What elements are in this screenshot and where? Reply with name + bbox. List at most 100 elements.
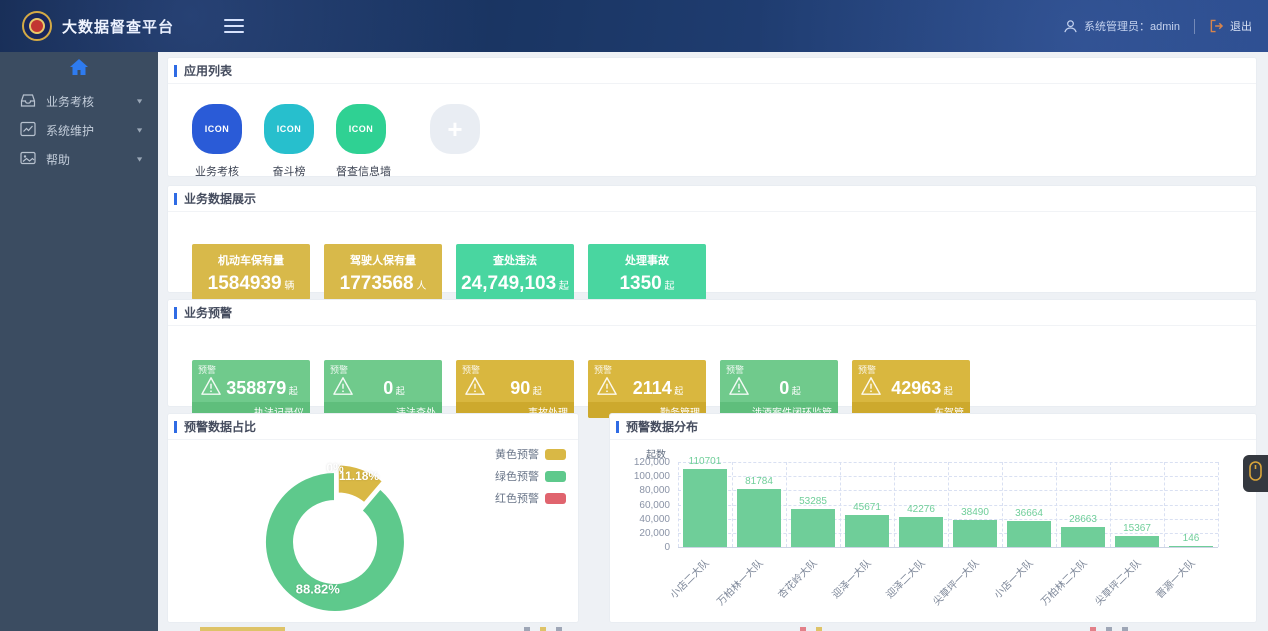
warning-main: 42963 起 (852, 374, 970, 402)
app-tile-3[interactable]: ICON 督查信息墙 (336, 104, 386, 179)
bar (791, 509, 835, 547)
section-title-bars: 预警数据分布 (610, 414, 1256, 440)
gridline (1110, 462, 1111, 547)
app-list-row: ICON业务考核ICON奋斗榜ICON督查信息墙+ (168, 84, 1256, 179)
add-app-button[interactable]: + (430, 104, 480, 154)
gridline (1002, 462, 1003, 547)
bar (899, 517, 943, 547)
sidebar: 业务考核▼ 系统维护 ▼ 帮助▼ (0, 52, 158, 631)
section-title-metrics: 业务数据展示 (168, 186, 1256, 212)
chevron-down-icon: ▼ (135, 126, 144, 134)
metric-unit: 起 (556, 281, 569, 292)
app-icon: ICON (192, 104, 242, 154)
sidebar-item-label: 系统维护 (46, 122, 94, 139)
warning-value: 2114 起 (618, 378, 698, 399)
pie-slice-label: 0% (326, 461, 343, 475)
warning-unit: 起 (941, 386, 953, 396)
app-title: 大数据督查平台 (62, 16, 174, 37)
section-title-warnings: 业务预警 (168, 300, 1256, 326)
mouse-icon (1249, 461, 1262, 486)
x-axis-label: 迎泽一大队 (828, 555, 874, 601)
menu-toggle-icon[interactable] (224, 19, 244, 33)
donut-chart (168, 440, 578, 622)
below-fold-sliver (540, 627, 546, 631)
app-tile-1[interactable]: ICON业务考核 (192, 104, 242, 179)
business-data-panel: 业务数据展示 机动车保有量1584939 辆驾驶人保有量1773568 人查处违… (168, 186, 1256, 292)
metric-card-2: 驾驶人保有量1773568 人 (324, 244, 442, 300)
sidebar-item-3[interactable]: 帮助▼ (0, 145, 158, 173)
x-axis-line (678, 547, 1218, 548)
warning-triangle-icon (596, 376, 618, 401)
section-title-donut: 预警数据占比 (168, 414, 578, 440)
gridline (1164, 462, 1165, 547)
sidebar-item-label: 帮助 (46, 151, 70, 168)
warning-card-5: 预警0 起涉酒案件闭环监管 (720, 360, 838, 418)
bar-value-label: 53285 (799, 496, 827, 507)
below-fold-sliver (1090, 627, 1096, 631)
top-navbar: 大数据督查平台 系统管理员：admin 退出 (0, 0, 1268, 52)
gridline (840, 462, 841, 547)
sidebar-item-1[interactable]: 业务考核▼ (0, 87, 158, 115)
dashboard-page: 大数据督查平台 系统管理员：admin 退出 业务考核▼ 系统维护 ▼ 帮助▼ (0, 0, 1268, 631)
x-axis-label: 迎泽二大队 (882, 555, 928, 601)
below-fold-sliver (1106, 627, 1112, 631)
below-fold-sliver (1122, 627, 1128, 631)
y-axis-tick: 80,000 (612, 485, 670, 496)
warning-ratio-panel: 预警数据占比 黄色预警绿色预警红色预警 11.18%88.82%0% (168, 414, 578, 622)
warning-triangle-icon (860, 376, 882, 401)
warning-value: 0 起 (354, 378, 434, 399)
gridline (1056, 462, 1057, 547)
business-warning-panel: 业务预警 预警358879 起执法记录仪预警0 起违法查处预警90 起事故处理预… (168, 300, 1256, 406)
sidebar-home-button[interactable] (0, 52, 158, 86)
bar-value-label: 38490 (961, 507, 989, 518)
logout-button[interactable]: 退出 (1209, 18, 1252, 34)
bar-value-label: 81784 (745, 476, 773, 487)
gridline (1218, 462, 1219, 547)
warning-value: 42963 起 (882, 378, 962, 399)
user-icon (1063, 19, 1078, 34)
x-axis-label: 万柏林二大队 (1037, 555, 1090, 608)
admin-label: 系统管理员：admin (1084, 18, 1180, 34)
metric-value: 1584939 辆 (192, 273, 310, 295)
bar-value-label: 42276 (907, 504, 935, 515)
below-fold-sliver (524, 627, 530, 631)
bar (1061, 527, 1105, 547)
x-axis-label: 杏花岭大队 (774, 555, 820, 601)
y-axis-tick: 60,000 (612, 500, 670, 511)
section-title-apps: 应用列表 (168, 58, 1256, 84)
gridline (786, 462, 787, 547)
y-axis-tick: 120,000 (612, 457, 670, 468)
metric-value: 1350 起 (588, 273, 706, 295)
metric-card-4: 处理事故1350 起 (588, 244, 706, 300)
home-icon (70, 59, 88, 80)
below-fold-sliver (816, 627, 822, 631)
warning-unit: 起 (393, 386, 405, 396)
x-axis-label: 小店一大队 (990, 555, 1036, 601)
app-tile-label: 督查信息墙 (336, 163, 386, 179)
logout-icon (1209, 19, 1224, 33)
bar (683, 469, 727, 547)
warning-unit: 起 (672, 386, 684, 396)
bar (845, 515, 889, 547)
metric-card-1: 机动车保有量 1584939 辆 (192, 244, 310, 300)
app-icon: ICON (336, 104, 386, 154)
sidebar-item-2[interactable]: 系统维护 ▼ (0, 116, 158, 144)
app-tile-2[interactable]: ICON奋斗榜 (264, 104, 314, 179)
metric-unit: 人 (414, 281, 427, 292)
metric-label: 机动车保有量 (192, 252, 310, 268)
bar (1169, 546, 1213, 547)
warning-main: 0 起 (324, 374, 442, 402)
warning-card-6: 预警42963 起车驾管 (852, 360, 970, 418)
y-axis-tick: 100,000 (612, 471, 670, 482)
x-axis-label: 小店二大队 (666, 555, 712, 601)
y-axis-tick: 40,000 (612, 514, 670, 525)
warning-unit: 起 (530, 386, 542, 396)
scroll-helper-button[interactable] (1243, 455, 1268, 492)
metric-value: 1773568 人 (324, 273, 442, 295)
bar-value-label: 110701 (689, 456, 722, 467)
metric-cards-row: 机动车保有量1584939 辆驾驶人保有量1773568 人查处违法24,749… (168, 212, 1256, 300)
warning-triangle-icon (332, 376, 354, 401)
app-tile-label: 奋斗榜 (264, 163, 314, 179)
warning-unit: 起 (286, 386, 298, 396)
bar-chart: 起数 020,00040,00060,00080,000100,000120,0… (610, 440, 1256, 622)
